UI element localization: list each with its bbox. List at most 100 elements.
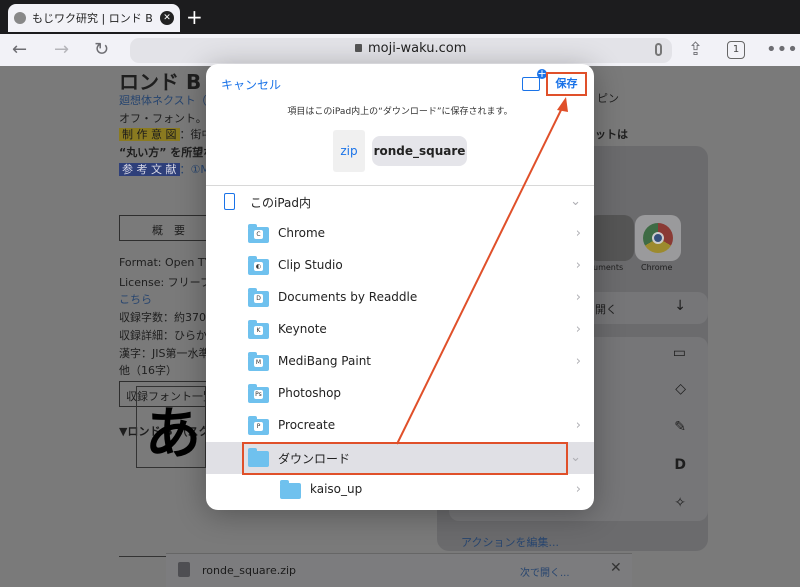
app-icon-documents[interactable] — [588, 215, 634, 261]
page-text-bold: “丸い方” を所望な — [119, 146, 215, 159]
glyph-sample-box: あ — [136, 386, 206, 468]
app-badge-icon: P — [254, 422, 263, 431]
tab-title: もじワク研究 | ロンド B （ス — [32, 12, 160, 25]
favicon-icon — [14, 12, 26, 24]
format-text: Format: Open TY — [119, 256, 212, 269]
save-location-info: 項目はこのiPad内上の“ダウンロード”に保存されます。 — [287, 107, 513, 117]
page-text: オフ・フォント。 — [119, 112, 207, 125]
cancel-button[interactable]: キャンセル — [221, 76, 281, 93]
intent-tag: 制 作 意 図 — [119, 128, 180, 141]
folder-label: Photoshop — [278, 386, 342, 400]
folder-label: Chrome — [278, 226, 326, 240]
new-tab-icon[interactable]: + — [186, 6, 203, 28]
app-label-documents: uments — [593, 263, 624, 272]
kanji-text: 漢字：JIS第一水準 — [119, 347, 210, 360]
browser-toolbar: ← → ↻ moji-waku.com ⇪ 1 ••• — [0, 34, 800, 66]
location-label: このiPad内 — [250, 196, 312, 210]
tab-bar: もじワク研究 | ロンド B （ス ✕ + — [0, 0, 800, 34]
forward-icon[interactable]: → — [54, 39, 69, 61]
chevron-right-icon: › — [575, 418, 581, 433]
app-badge-icon: Ps — [254, 390, 263, 399]
ref-row: 参 考 文 献：①MI — [119, 161, 213, 177]
folder-icon: C — [248, 224, 269, 243]
other-text: 他（16字） — [119, 364, 177, 377]
page-right-text-2: ットは — [595, 128, 628, 141]
folder-row[interactable]: D Documents by Readdle › — [206, 282, 594, 314]
note-action-icon[interactable]: ✎ — [674, 419, 686, 435]
folder-label: Documents by Readdle — [278, 290, 418, 304]
subfolder-label: kaiso_up — [310, 482, 363, 496]
chrome-logo-center — [652, 232, 664, 244]
chevron-right-icon: › — [575, 482, 581, 497]
intent-row: 制 作 意 図：街中 — [119, 126, 213, 142]
chars-text: 収録字数：約370 — [119, 311, 206, 324]
folder-row[interactable]: Ps Photoshop — [206, 378, 594, 410]
app-badge-icon: ◐ — [254, 262, 263, 271]
download-bar: ronde_square.zip 次で開く... ✕ — [166, 553, 632, 587]
app-badge-icon: M — [254, 358, 263, 367]
license-text: License: フリーフ — [119, 276, 212, 289]
folder-icon — [280, 480, 301, 499]
tab-count-button[interactable]: 1 — [727, 41, 745, 59]
address-bar[interactable]: moji-waku.com — [130, 38, 672, 63]
glyph-sample: あ — [145, 402, 201, 467]
more-icon[interactable]: ••• — [766, 39, 798, 61]
download-filename: ronde_square.zip — [202, 564, 297, 577]
overview-button[interactable]: 概 要 — [119, 215, 209, 241]
share-icon[interactable]: ⇪ — [688, 39, 703, 61]
sparkle-action-icon[interactable]: ✧ — [674, 495, 686, 511]
page-right-text: ピン — [597, 92, 619, 105]
open-next-link[interactable]: 次で開く... — [520, 564, 570, 579]
folder-row[interactable]: P Procreate › — [206, 410, 594, 442]
subfolder-row[interactable]: kaiso_up › — [206, 474, 594, 506]
folder-icon: K — [248, 320, 269, 339]
folder-row[interactable]: M MediBang Paint › — [206, 346, 594, 378]
documents-action-icon[interactable]: D — [674, 457, 686, 473]
kochira-link[interactable]: こちら — [119, 291, 152, 307]
microphone-icon[interactable] — [655, 43, 662, 56]
open-in-label: 開く — [595, 303, 617, 316]
url-text: moji-waku.com — [368, 41, 467, 56]
folder-row[interactable]: ◐ Clip Studio › — [206, 250, 594, 282]
app-badge-icon: D — [254, 294, 263, 303]
annotation-highlight-box — [242, 442, 568, 475]
close-download-icon[interactable]: ✕ — [610, 560, 622, 576]
back-icon[interactable]: ← — [12, 39, 27, 61]
chrome-app-icon[interactable] — [635, 215, 681, 261]
chevron-right-icon: › — [575, 290, 581, 305]
save-button[interactable]: 保存 — [546, 72, 587, 96]
folder-label: Keynote — [278, 322, 327, 336]
file-name-field[interactable]: ronde_square — [372, 136, 467, 166]
chevron-right-icon: › — [575, 354, 581, 369]
folder-row[interactable]: K Keynote › — [206, 314, 594, 346]
lock-icon — [355, 44, 362, 52]
chevron-right-icon: › — [575, 226, 581, 241]
new-folder-icon[interactable] — [522, 69, 547, 91]
folder-label: Procreate — [278, 418, 336, 432]
tag-action-icon[interactable]: ◇ — [675, 381, 686, 397]
chevron-right-icon: › — [575, 322, 581, 337]
zip-file-icon: zip — [333, 130, 365, 172]
folder-icon: D — [248, 288, 269, 307]
page-link[interactable]: 廻想体ネクスト（ — [119, 92, 207, 108]
edit-actions-link[interactable]: アクションを編集... — [461, 534, 559, 550]
chevron-right-icon: › — [575, 258, 581, 273]
location-ipad-row[interactable]: このiPad内 ⌄ — [206, 186, 594, 218]
folder-icon: Ps — [248, 384, 269, 403]
chevron-down-icon: ⌄ — [570, 450, 581, 465]
file-icon — [178, 562, 190, 577]
overview-label: 概 要 — [152, 224, 185, 237]
folder-row[interactable]: C Chrome › — [206, 218, 594, 250]
page-heading: ロンド B — [119, 70, 202, 94]
folder-icon: P — [248, 416, 269, 435]
download-icon: ↓ — [674, 298, 686, 314]
folder-action-icon[interactable]: ▭ — [673, 345, 686, 361]
app-badge-icon: K — [254, 326, 263, 335]
close-tab-icon[interactable]: ✕ — [160, 11, 174, 25]
reload-icon[interactable]: ↻ — [94, 39, 109, 61]
folder-icon: ◐ — [248, 256, 269, 275]
browser-tab[interactable]: もじワク研究 | ロンド B （ス ✕ — [8, 4, 180, 32]
app-label-chrome: Chrome — [641, 263, 673, 272]
folder-label: Clip Studio — [278, 258, 343, 272]
folder-icon: M — [248, 352, 269, 371]
